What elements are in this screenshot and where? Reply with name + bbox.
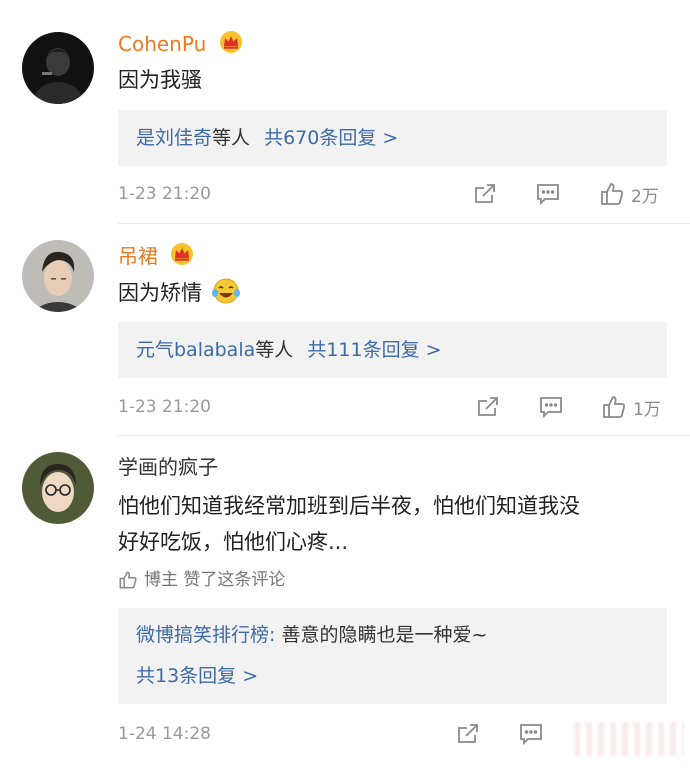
share-icon (478, 397, 498, 416)
reply-summary-box[interactable]: 元气balabala等人 共111条回复 > (118, 322, 667, 378)
reply-author[interactable]: 微博搞笑排行榜 (136, 624, 269, 646)
reply-text: 善意的隐瞒也是一种爱~ (281, 624, 488, 646)
like-count: 2万 (631, 186, 659, 207)
comment-icon (540, 397, 562, 418)
comment-text-line: 好好吃饭，怕他们心疼... (118, 530, 349, 554)
comment-text-line: 怕他们知道我经常加班到后半夜，怕他们知道我没 (118, 494, 580, 518)
reply-names[interactable]: 元气balabala (136, 339, 255, 361)
reply-summary-box[interactable]: 是刘佳奇等人 共670条回复 > (118, 110, 667, 166)
reply-button[interactable] (539, 396, 563, 418)
reply-preview-box[interactable]: 微博搞笑排行榜: 善意的隐瞒也是一种爱~ 共13条回复 > (118, 608, 667, 704)
thumbs-up-icon (603, 396, 625, 418)
share-icon (458, 724, 478, 743)
comment-text-content: 因为矫情 (118, 281, 202, 305)
comment-item: CohenPu 因为我骚 是刘佳奇等人 共670条回复 > 1-23 21:20… (0, 0, 690, 224)
username[interactable]: 吊裙 (118, 243, 194, 270)
timestamp: 1-23 21:20 (118, 184, 211, 204)
like-button[interactable]: 1万 (601, 394, 661, 420)
reply-count-link[interactable]: 共670条回复 > (264, 127, 398, 149)
username[interactable]: 学画的疯子 (118, 455, 218, 479)
comment-icon (520, 724, 542, 745)
share-button[interactable] (476, 395, 500, 419)
comment-item: 学画的疯子 怕他们知道我经常加班到后半夜，怕他们知道我没 好好吃饭，怕他们心疼.… (0, 436, 690, 774)
avatar[interactable] (22, 452, 94, 524)
reply-separator: : (269, 624, 282, 646)
reply-mid-text: 等人 (212, 127, 251, 149)
comment-text: 怕他们知道我经常加班到后半夜，怕他们知道我没 好好吃饭，怕他们心疼... (118, 488, 673, 560)
username-text[interactable]: 吊裙 (118, 244, 158, 268)
reply-mid-text: 等人 (255, 339, 294, 361)
reply-names[interactable]: 是刘佳奇 (136, 127, 212, 149)
timestamp: 1-24 14:28 (118, 724, 211, 744)
username-text[interactable]: CohenPu (118, 32, 206, 56)
reply-button[interactable] (536, 183, 560, 205)
username[interactable]: CohenPu (118, 31, 243, 58)
thumbs-up-icon (119, 571, 137, 589)
crown-vip-icon (170, 243, 194, 270)
author-liked-label: 博主 赞了这条评论 (118, 569, 285, 591)
comment-item: 吊裙 因为矫情 元气balabala等人 共111条回复 > 1-23 21:2… (0, 224, 690, 436)
share-button[interactable] (456, 722, 480, 746)
thumbs-up-icon (601, 183, 623, 205)
comment-text: 因为矫情 (118, 275, 673, 316)
laughing-crying-emoji (211, 277, 241, 316)
comment-icon (537, 184, 559, 205)
author-liked-text: 博主 赞了这条评论 (144, 570, 286, 590)
share-icon (475, 184, 495, 203)
timestamp: 1-23 21:20 (118, 397, 211, 417)
comment-text: 因为我骚 (118, 68, 202, 92)
avatar[interactable] (22, 32, 94, 104)
crown-vip-icon (219, 31, 243, 58)
share-button[interactable] (473, 182, 497, 206)
like-button[interactable]: 2万 (599, 181, 659, 207)
reply-button[interactable] (519, 723, 543, 745)
like-count: 1万 (633, 399, 661, 420)
reply-count-link[interactable]: 共13条回复 > (136, 665, 258, 687)
watermark (574, 722, 684, 756)
reply-count-link[interactable]: 共111条回复 > (307, 339, 441, 361)
avatar[interactable] (22, 240, 94, 312)
